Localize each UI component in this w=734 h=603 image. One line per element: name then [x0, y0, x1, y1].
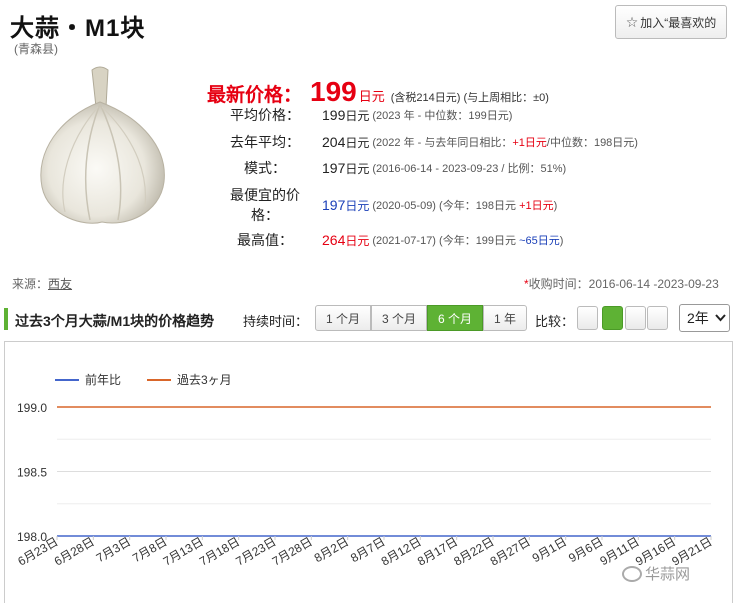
- stat-value: 197日元: [322, 159, 370, 176]
- x-tick-label: 8月2日: [312, 534, 351, 565]
- stat-detail: (2021-07-17) (今年：199日元 ~65日元): [372, 235, 564, 247]
- duration-label: 持续时间：: [243, 314, 309, 329]
- stat-key: 平均价格：: [230, 107, 300, 123]
- compare-button-1[interactable]: [577, 306, 598, 330]
- trend-title: 过去3个月大蒜/M1块的价格趋势: [15, 313, 215, 329]
- star-icon: ☆: [625, 13, 639, 30]
- compare-button-2[interactable]: [602, 306, 623, 330]
- latest-price-note: (含税214日元) (与上周相比：±0): [390, 92, 549, 104]
- stat-value: 199日元: [322, 106, 370, 123]
- latest-price-unit: 日元: [358, 89, 385, 104]
- y-tick-label: 199.0: [17, 401, 47, 415]
- x-tick-label: 7月23日: [233, 534, 278, 568]
- duration-1-month[interactable]: 1 个月: [315, 305, 371, 331]
- compare-label: 比较：: [535, 314, 575, 329]
- stat-key: 去年平均：: [230, 134, 300, 150]
- source-info: 来源：西友: [12, 275, 72, 292]
- stat-detail: (2023 年 - 中位数：199日元): [372, 110, 513, 122]
- stat-key: 最便宜的价格：: [230, 187, 300, 223]
- stat-value: 197日元: [322, 196, 370, 213]
- chevron-down-icon: [715, 314, 726, 322]
- source-link[interactable]: 西友: [48, 277, 72, 291]
- stat-value: 204日元: [322, 133, 370, 150]
- stat-detail: (2020-05-09) (今年：198日元 +1日元): [372, 200, 558, 212]
- duration-3-months[interactable]: 3 个月: [371, 305, 427, 331]
- latest-price-value: 199: [310, 76, 357, 107]
- stat-row-cheapest: 最便宜的价格： 197日元 (2020-05-09) (今年：198日元 +1日…: [220, 185, 557, 225]
- add-favorite-label: 加入“最喜欢的: [640, 15, 717, 30]
- legend-label: 前年比: [85, 372, 121, 387]
- watermark: 华蒜网: [622, 563, 690, 584]
- y-tick-label: 198.5: [17, 466, 47, 480]
- x-tick-label: 7月18日: [197, 534, 242, 568]
- stat-row-mode: 模式： 197日元 (2016-06-14 - 2023-09-23 / 比例：…: [220, 158, 566, 178]
- page-title: 大蒜・M1块: [10, 15, 146, 42]
- duration-1-year[interactable]: 1 年: [483, 305, 527, 331]
- compare-button-4[interactable]: [647, 306, 668, 330]
- stat-row-highest: 最高值： 264日元 (2021-07-17) (今年：199日元 ~65日元): [220, 230, 563, 250]
- trend-accent-bar: [4, 308, 8, 330]
- x-tick-label: 8月12日: [379, 534, 424, 568]
- x-tick-label: 6月28日: [52, 534, 97, 568]
- stat-key: 最高值：: [237, 232, 293, 248]
- wechat-icon: [622, 565, 642, 582]
- x-tick-label: 7月28日: [270, 534, 315, 568]
- stat-detail: (2022 年 - 与去年同日相比：+1日元/中位数：198日元): [372, 137, 638, 149]
- add-favorite-button[interactable]: ☆ 加入“最喜欢的: [615, 5, 727, 39]
- collect-period: *收购时间：2016-06-14 -2023-09-23: [524, 277, 719, 291]
- stat-key: 模式：: [244, 160, 286, 176]
- stat-value: 264日元: [322, 231, 370, 248]
- stat-detail: (2016-06-14 - 2023-09-23 / 比例：51%): [372, 163, 567, 175]
- x-tick-label: 7月13日: [161, 534, 206, 568]
- x-tick-label: 8月17日: [415, 534, 460, 568]
- x-tick-label: 9月1日: [530, 534, 569, 565]
- stat-row-average: 平均价格： 199日元 (2023 年 - 中位数：199日元): [220, 105, 512, 125]
- stat-row-last-year: 去年平均： 204日元 (2022 年 - 与去年同日相比：+1日元/中位数：1…: [220, 132, 638, 152]
- x-tick-label: 8月27日: [488, 534, 533, 568]
- compare-button-3[interactable]: [625, 306, 646, 330]
- x-tick-label: 8月22日: [451, 534, 496, 568]
- year-select[interactable]: 2年: [679, 304, 730, 332]
- latest-price: 最新价格： 199 日元 (含税214日元) (与上周相比：±0): [207, 76, 549, 108]
- region-label: (青森县): [14, 42, 58, 56]
- x-tick-label: 7月3日: [94, 534, 133, 565]
- source-label: 来源：: [12, 277, 49, 291]
- legend-label: 過去3ヶ月: [177, 373, 232, 387]
- duration-6-months[interactable]: 6 个月: [427, 305, 483, 331]
- latest-price-label: 最新价格：: [207, 85, 303, 106]
- garlic-image: [40, 66, 165, 224]
